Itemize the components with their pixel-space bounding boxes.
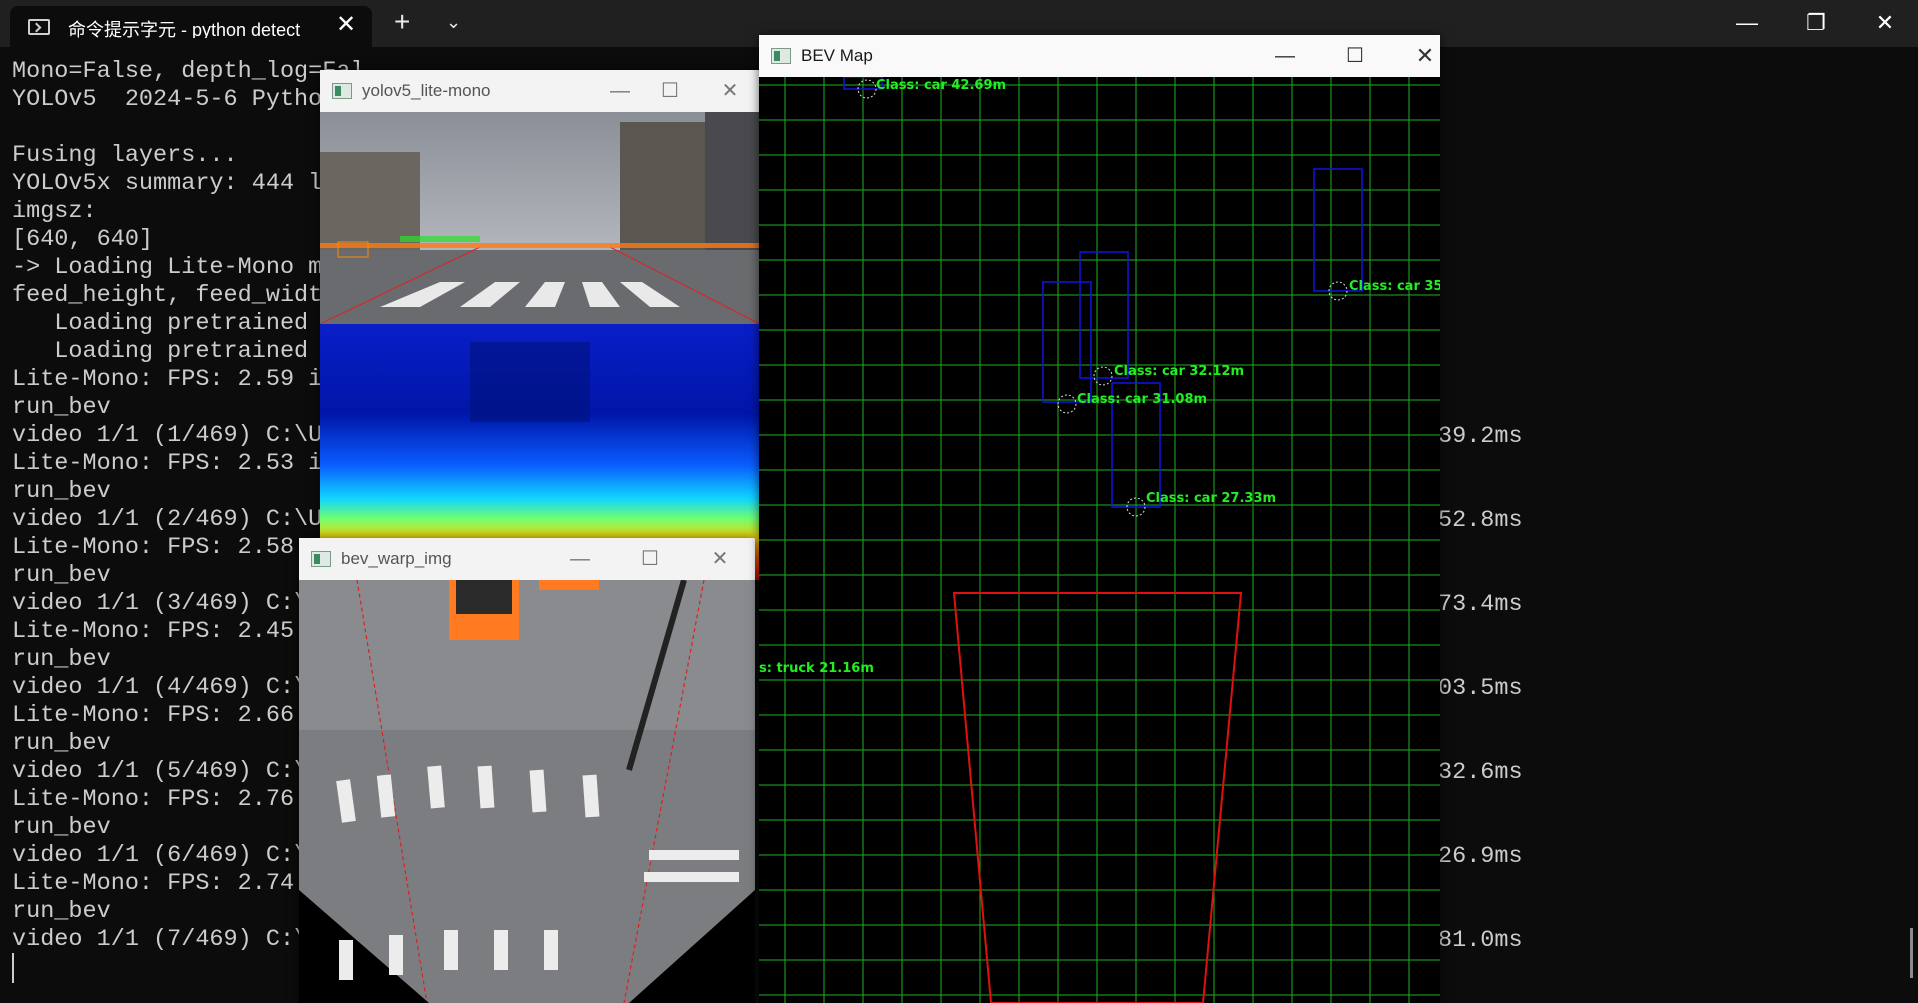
detection-label: Class: car 42.69m — [876, 78, 1007, 93]
terminal-line: video 1/1 (1/469) C:\U — [12, 422, 323, 449]
minimize-button[interactable]: — — [560, 545, 600, 573]
close-button[interactable]: ✕ — [1865, 8, 1905, 38]
minimize-button[interactable]: — — [600, 77, 640, 105]
terminal-line: run_bev — [12, 478, 111, 505]
terminal-line-tail: 03.5ms — [1438, 675, 1523, 702]
tab-close-icon[interactable]: ✕ — [336, 11, 356, 39]
terminal-line-tail: 39.2ms — [1438, 423, 1523, 450]
maximize-button[interactable]: ☐ — [650, 77, 690, 105]
app-icon — [771, 48, 791, 64]
minimize-button[interactable]: — — [1727, 8, 1767, 38]
terminal-line: Loading pretrained — [12, 338, 309, 365]
terminal-line: YOLOv5 2024-5-6 Pytho — [12, 86, 323, 113]
yolo-window-title: yolov5_lite-mono — [362, 81, 491, 100]
detection-box — [1042, 281, 1092, 403]
bev-warp-window-title: bev_warp_img — [341, 549, 452, 568]
maximize-button[interactable]: ☐ — [630, 545, 670, 573]
close-button[interactable]: ✕ — [700, 545, 740, 573]
detection-anchor — [1057, 394, 1077, 414]
bev-warp-window-titlebar[interactable]: bev_warp_img — ☐ ✕ — [299, 538, 755, 580]
detection-label: Class: car 27.33m — [1146, 491, 1277, 506]
terminal-line: imgsz: — [12, 198, 97, 225]
terminal-line-tail: 52.8ms — [1438, 507, 1523, 534]
bev-warp-window[interactable]: bev_warp_img — ☐ ✕ — [299, 538, 755, 1003]
terminal-line-tail: 32.6ms — [1438, 759, 1523, 786]
detection-box — [1079, 251, 1129, 379]
close-button[interactable]: ✕ — [1405, 42, 1440, 70]
terminal-line: run_bev — [12, 394, 111, 421]
terminal-line: Lite-Mono: FPS: 2.53 i — [12, 450, 323, 477]
yolo-window-titlebar[interactable]: yolov5_lite-mono — ☐ ✕ — [320, 70, 760, 112]
terminal-icon — [28, 19, 50, 35]
maximize-button[interactable]: ☐ — [1335, 42, 1375, 70]
terminal-line-tail: 73.4ms — [1438, 591, 1523, 618]
terminal-line-tail: 26.9ms — [1438, 843, 1523, 870]
app-icon — [311, 551, 331, 567]
yolo-detection-view — [320, 112, 760, 580]
warped-birdseye-image — [299, 579, 755, 1003]
bev-map-title: BEV Map — [801, 46, 873, 65]
restore-button[interactable]: ❐ — [1796, 8, 1836, 38]
terminal-line: Fusing layers... — [12, 142, 238, 169]
camera-and-depth-image — [320, 112, 760, 580]
detection-box — [1313, 168, 1363, 292]
tab-title: 命令提示字元 - python detect — [68, 20, 301, 38]
bev-grid — [759, 76, 1440, 1003]
bev-map-canvas: Class: car 42.69m Class: car 35 Class: c… — [759, 76, 1440, 1003]
terminal-line-tail: 81.0ms — [1438, 927, 1523, 954]
terminal-line: [640, 640] — [12, 226, 154, 253]
scrollbar-thumb[interactable] — [1910, 928, 1913, 978]
detection-label: Class: car 35 — [1349, 279, 1440, 294]
terminal-line: feed_height, feed_widt — [12, 282, 323, 309]
bev-map-titlebar[interactable]: BEV Map — ☐ ✕ — [759, 35, 1440, 77]
bev-map-window[interactable]: BEV Map — ☐ ✕ Class: car 42.69m Class: c… — [759, 35, 1440, 1003]
detection-label: Class: car 31.08m — [1077, 392, 1208, 407]
terminal-tab[interactable]: 命令提示字元 - python detect ✕ — [10, 6, 372, 47]
tab-dropdown-button[interactable]: ⌄ — [446, 10, 461, 34]
terminal-line: -> Loading Lite-Mono m — [12, 254, 323, 281]
minimize-button[interactable]: — — [1265, 42, 1305, 70]
detection-label: Class: car 32.12m — [1114, 364, 1245, 379]
bev-warp-view — [299, 579, 755, 1003]
close-button[interactable]: ✕ — [710, 77, 750, 105]
terminal-line: Mono=False, depth_log=Fal — [12, 58, 365, 85]
detection-label: s: truck 21.16m — [759, 661, 874, 676]
yolo-window[interactable]: yolov5_lite-mono — ☐ ✕ — [320, 70, 760, 580]
terminal-line: Lite-Mono: FPS: 2.59 i — [12, 366, 323, 393]
text-cursor — [12, 953, 14, 983]
terminal-line: video 1/1 (2/469) C:\U — [12, 506, 323, 533]
new-tab-button[interactable]: + — [394, 6, 410, 38]
terminal-line: YOLOv5x summary: 444 l — [12, 170, 323, 197]
app-icon — [332, 83, 352, 99]
terminal-line: Loading pretrained — [12, 310, 309, 337]
